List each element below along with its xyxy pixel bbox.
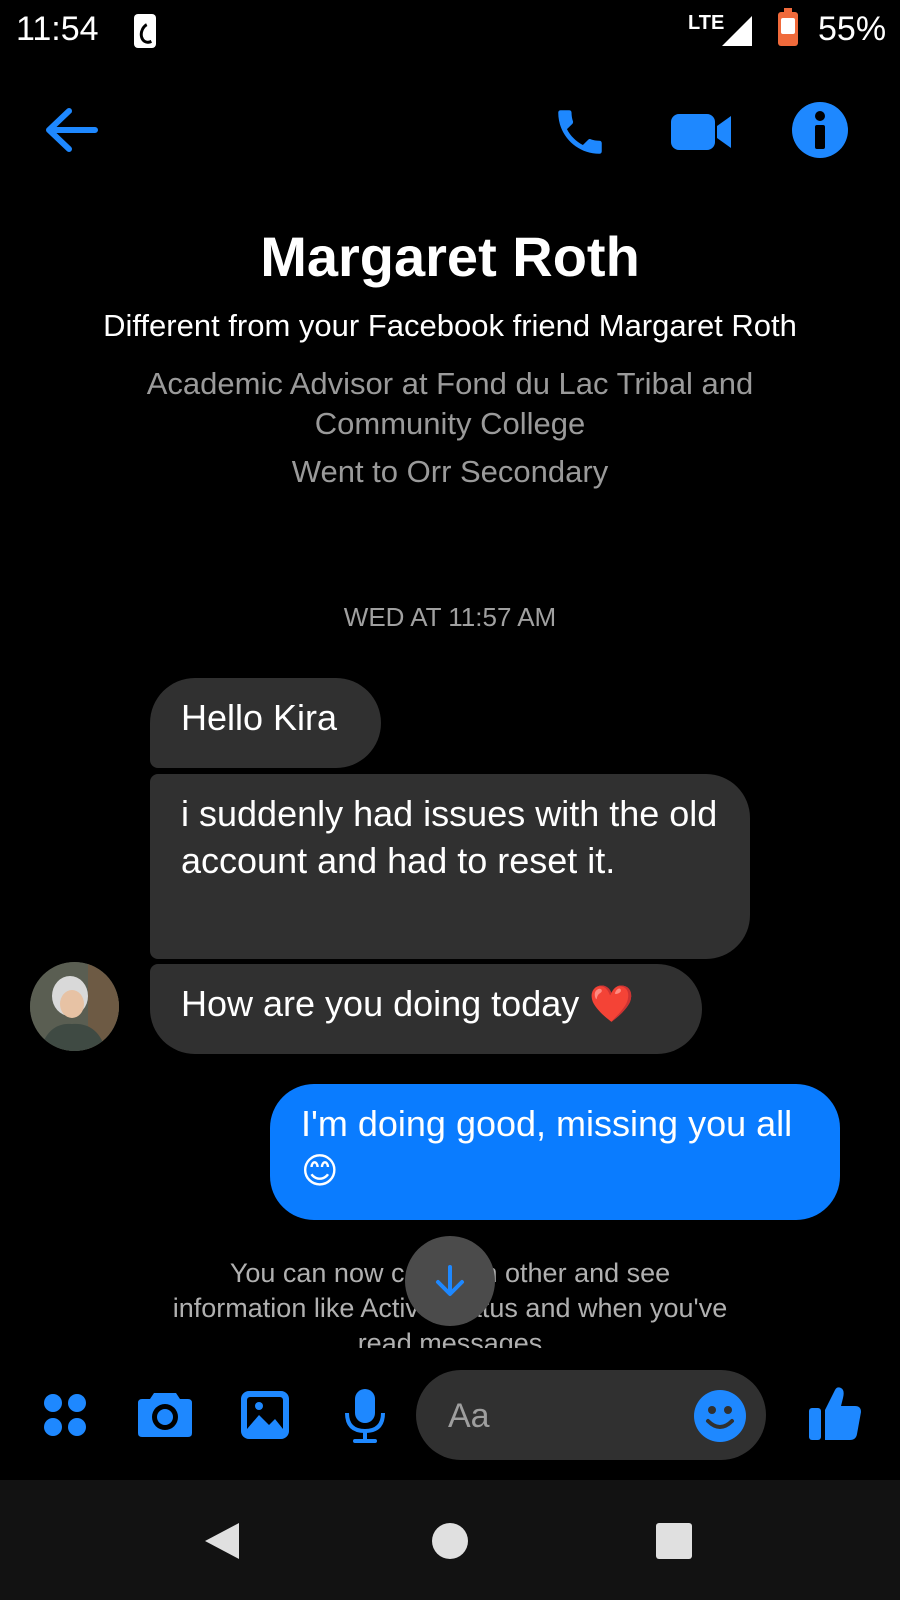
microphone-icon [345, 1389, 385, 1443]
avatar-photo [30, 962, 119, 1051]
nav-back-button[interactable] [202, 1520, 242, 1562]
info-icon [792, 102, 848, 158]
voice-call-button[interactable] [548, 100, 612, 164]
back-button[interactable] [36, 98, 106, 162]
message-bubble-incoming[interactable]: Hello Kira [150, 678, 381, 768]
video-call-button[interactable] [666, 104, 736, 160]
message-bubble-outgoing[interactable]: I'm doing good, missing you all 😊 [270, 1084, 840, 1220]
do-not-disturb-icon [134, 14, 156, 48]
thumbs-up-icon [809, 1387, 861, 1440]
message-bubble-incoming[interactable]: How are you doing today ❤️ [150, 964, 702, 1054]
nav-recents-button[interactable] [654, 1521, 694, 1561]
camera-icon [138, 1393, 192, 1437]
gallery-button[interactable] [238, 1388, 292, 1442]
contact-name: Margaret Roth [260, 225, 640, 288]
voice-message-button[interactable] [340, 1386, 390, 1446]
message-bubble-incoming[interactable]: i suddenly had issues with the old accou… [150, 774, 750, 959]
battery-icon [778, 8, 798, 46]
like-button[interactable] [806, 1382, 864, 1444]
nav-home-button[interactable] [430, 1521, 470, 1561]
conversation-info-button[interactable] [790, 100, 850, 160]
gallery-icon [241, 1391, 289, 1439]
signal-icon [722, 16, 752, 46]
contact-avatar[interactable] [30, 962, 119, 1051]
emoji-button[interactable] [692, 1388, 748, 1444]
phone-icon [558, 110, 602, 154]
system-navigation-bar [0, 1480, 900, 1600]
apps-icon [44, 1394, 86, 1436]
back-arrow-icon [46, 108, 98, 152]
video-icon [671, 114, 731, 150]
contact-school: Went to Orr Secondary [291, 454, 609, 489]
scroll-to-bottom-button[interactable] [405, 1236, 495, 1326]
battery-percent: 55% [818, 10, 887, 48]
message-input[interactable] [446, 1370, 680, 1462]
network-label: LTE [688, 12, 725, 34]
message-timestamp: WED AT 11:57 AM [343, 602, 557, 632]
square-recents-icon [656, 1523, 692, 1559]
camera-button[interactable] [136, 1388, 194, 1440]
status-time: 11:54 [16, 10, 99, 48]
more-actions-button[interactable] [40, 1390, 90, 1440]
emoji-icon [694, 1390, 746, 1442]
triangle-back-icon [205, 1523, 239, 1559]
contact-job: Academic Advisor at Fond du Lac Tribal a… [146, 366, 754, 441]
message-composer[interactable] [416, 1370, 766, 1462]
contact-warning: Different from your Facebook friend Marg… [103, 308, 797, 343]
circle-home-icon [432, 1523, 468, 1559]
arrow-down-icon [436, 1265, 464, 1296]
